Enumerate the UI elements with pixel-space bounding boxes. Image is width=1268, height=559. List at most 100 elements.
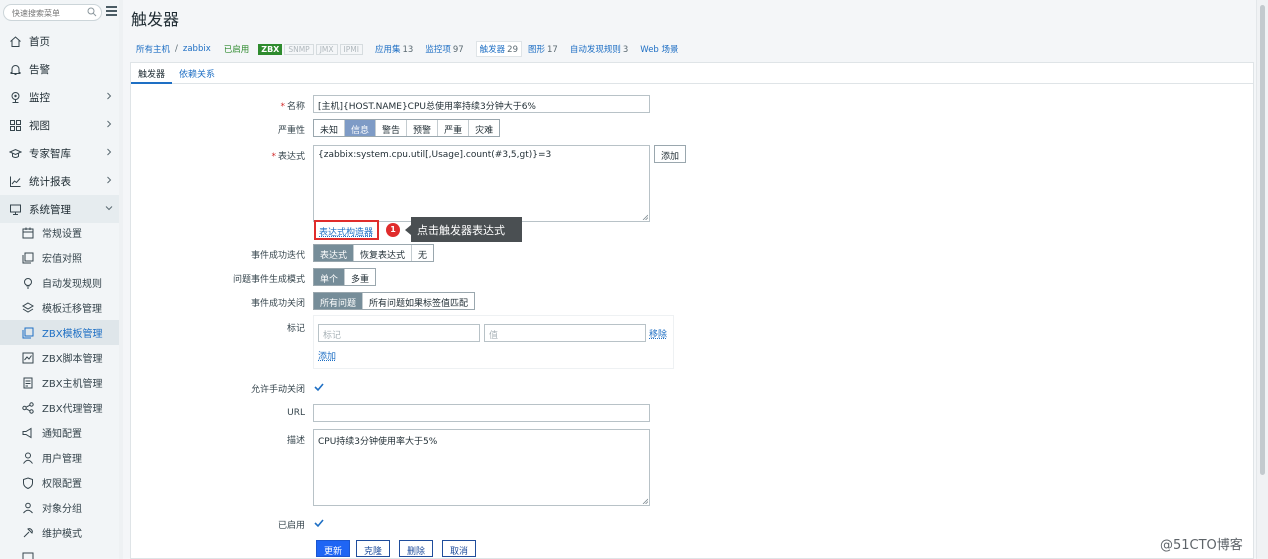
nav-label: 视图: [29, 119, 50, 132]
cancel-button[interactable]: 取消: [442, 540, 477, 557]
sub-item-macros[interactable]: 宏值对照: [0, 245, 122, 270]
sub-item-discovery[interactable]: 自动发现规则: [0, 270, 122, 295]
zbx-availability-badge: ZBX: [258, 43, 283, 55]
nav-item-alerts[interactable]: 告警: [0, 55, 123, 83]
tab-trigger[interactable]: 触发器: [131, 63, 173, 84]
severity-option-high[interactable]: 严重: [438, 120, 470, 136]
nav-item-reports[interactable]: 统计报表: [0, 167, 123, 195]
sub-item-zbx-scripts[interactable]: ZBX脚本管理: [0, 345, 122, 370]
expression-textarea[interactable]: {zabbix:system.cpu.util[,Usage].count(#3…: [313, 145, 650, 222]
main-content: 触发器 所有主机 / zabbix 已启用 ZBX SNMP JMX IPMI …: [123, 0, 1256, 559]
link-triggers[interactable]: 触发器 29: [475, 41, 522, 57]
delete-button[interactable]: 删除: [399, 540, 434, 557]
severity-option-warning[interactable]: 警告: [376, 120, 408, 136]
monitor-icon: [11, 91, 20, 103]
more-icon: [22, 552, 34, 559]
severity-label: 严重性: [277, 126, 305, 136]
page-scrollbar[interactable]: [1256, 0, 1268, 559]
event-gen-option-recovery[interactable]: 恢复表达式: [354, 245, 413, 261]
problem-mode-option-multiple[interactable]: 多重: [345, 269, 376, 285]
resize-grip-icon[interactable]: [642, 498, 648, 504]
severity-option-disaster[interactable]: 灾难: [469, 120, 500, 136]
sub-item-object-groups[interactable]: 对象分组: [0, 495, 122, 520]
severity-selector: 未知 信息 警告 预警 严重 灾难: [313, 119, 501, 137]
name-input[interactable]: [主机]{HOST.NAME}CPU总使用率持续3分钟大于6%: [313, 95, 650, 113]
nav-item-expert[interactable]: 专家智库: [0, 139, 123, 167]
menu-search-box[interactable]: [3, 4, 102, 21]
nav-item-home[interactable]: 首页: [0, 27, 123, 55]
sub-item-zbx-templates[interactable]: ZBX模板管理: [0, 320, 122, 345]
link-items[interactable]: 监控项 97: [425, 43, 463, 55]
page-scrollbar-thumb[interactable]: [1260, 5, 1265, 475]
link-count: 97: [452, 45, 464, 55]
add-tag-link[interactable]: 添加: [318, 349, 336, 362]
search-icon[interactable]: [87, 7, 97, 17]
sub-item-zbx-hosts[interactable]: ZBX主机管理: [0, 370, 122, 395]
link-count: 13: [402, 45, 414, 55]
expression-label-text: 表达式: [277, 152, 305, 162]
clone-button[interactable]: 克隆: [356, 540, 391, 557]
severity-option-unknown[interactable]: 未知: [314, 120, 346, 136]
ok-close-option-all[interactable]: 所有问题: [314, 293, 364, 309]
sub-item-more[interactable]: [0, 545, 122, 559]
sub-item-general-settings[interactable]: 常规设置: [0, 220, 122, 245]
breadcrumb-host[interactable]: zabbix: [183, 44, 211, 54]
tab-dependencies[interactable]: 依赖关系: [172, 63, 222, 84]
link-graphs[interactable]: 图形 17: [528, 43, 558, 55]
sub-item-permissions[interactable]: 权限配置: [0, 470, 122, 495]
menu-search-input[interactable]: [12, 6, 90, 20]
event-gen-option-none[interactable]: 无: [412, 245, 434, 261]
host-status-enabled[interactable]: 已启用: [224, 43, 250, 55]
link-count: 17: [547, 45, 558, 55]
sub-item-template-migration[interactable]: 模板迁移管理: [0, 295, 122, 320]
resize-grip-icon[interactable]: [642, 214, 648, 220]
url-input[interactable]: [313, 404, 650, 422]
tags-label: 标记: [286, 324, 305, 334]
tag-name-input[interactable]: 标记: [318, 324, 480, 342]
hamburger-menu-icon[interactable]: [106, 6, 117, 17]
grid-icon: [10, 119, 21, 131]
severity-option-average[interactable]: 预警: [407, 120, 439, 136]
link-label: 自动发现规则: [569, 45, 621, 55]
trigger-form-panel: 触发器 依赖关系 * 名称 [主机]{HOST.NAME}CPU总使用率持续3分钟…: [130, 62, 1254, 559]
sub-item-users[interactable]: 用户管理: [0, 445, 122, 470]
nav-label: 首页: [29, 35, 50, 48]
update-button[interactable]: 更新: [316, 540, 351, 557]
nav-item-system[interactable]: 系统管理: [0, 195, 123, 223]
problem-mode-option-single[interactable]: 单个: [314, 269, 346, 285]
sub-item-label: 用户管理: [42, 454, 82, 465]
sub-item-zbx-proxies[interactable]: ZBX代理管理: [0, 395, 122, 420]
url-label: URL: [287, 408, 305, 418]
name-label-text: 名称: [286, 102, 305, 112]
expression-constructor-link[interactable]: 表达式构造器: [319, 225, 373, 238]
form-tabs: 触发器 依赖关系: [131, 63, 1253, 84]
ok-close-option-tag-match[interactable]: 所有问题如果标签值匹配: [363, 293, 475, 309]
sub-item-notifications[interactable]: 通知配置: [0, 420, 122, 445]
breadcrumb-all-hosts[interactable]: 所有主机: [136, 43, 170, 55]
sub-item-label: 宏值对照: [42, 254, 82, 265]
enabled-checkbox[interactable]: [313, 517, 325, 529]
jmx-availability-badge: JMX: [315, 43, 338, 55]
nav-item-views[interactable]: 视图: [0, 111, 123, 139]
manual-close-checkbox[interactable]: [313, 381, 325, 393]
event-generation-selector: 表达式 恢复表达式 无: [313, 244, 435, 262]
required-asterisk: *: [271, 152, 276, 162]
tag-value-input[interactable]: 值: [484, 324, 646, 342]
annotation-step-badge: 1: [386, 223, 400, 237]
remove-tag-link[interactable]: 移除: [649, 327, 667, 340]
severity-option-info[interactable]: 信息: [345, 120, 377, 136]
nav-item-monitor[interactable]: 监控: [0, 83, 123, 111]
chevron-right-icon: [107, 120, 112, 128]
add-expression-button[interactable]: 添加: [654, 145, 687, 163]
home-icon: [10, 35, 21, 47]
sub-item-label: ZBX代理管理: [42, 404, 103, 415]
event-gen-option-expression[interactable]: 表达式: [314, 245, 355, 261]
link-web-scenarios[interactable]: Web 场景: [640, 43, 678, 55]
copy-icon: [22, 252, 34, 263]
link-discovery-rules[interactable]: 自动发现规则 3: [570, 43, 628, 55]
link-applications[interactable]: 应用集 13: [375, 43, 413, 55]
sub-item-maintenance[interactable]: 维护模式: [0, 520, 122, 545]
description-textarea[interactable]: CPU持续3分钟使用率大于5%: [313, 429, 650, 506]
link-count: 29: [507, 45, 518, 55]
nav-label: 系统管理: [29, 203, 71, 216]
